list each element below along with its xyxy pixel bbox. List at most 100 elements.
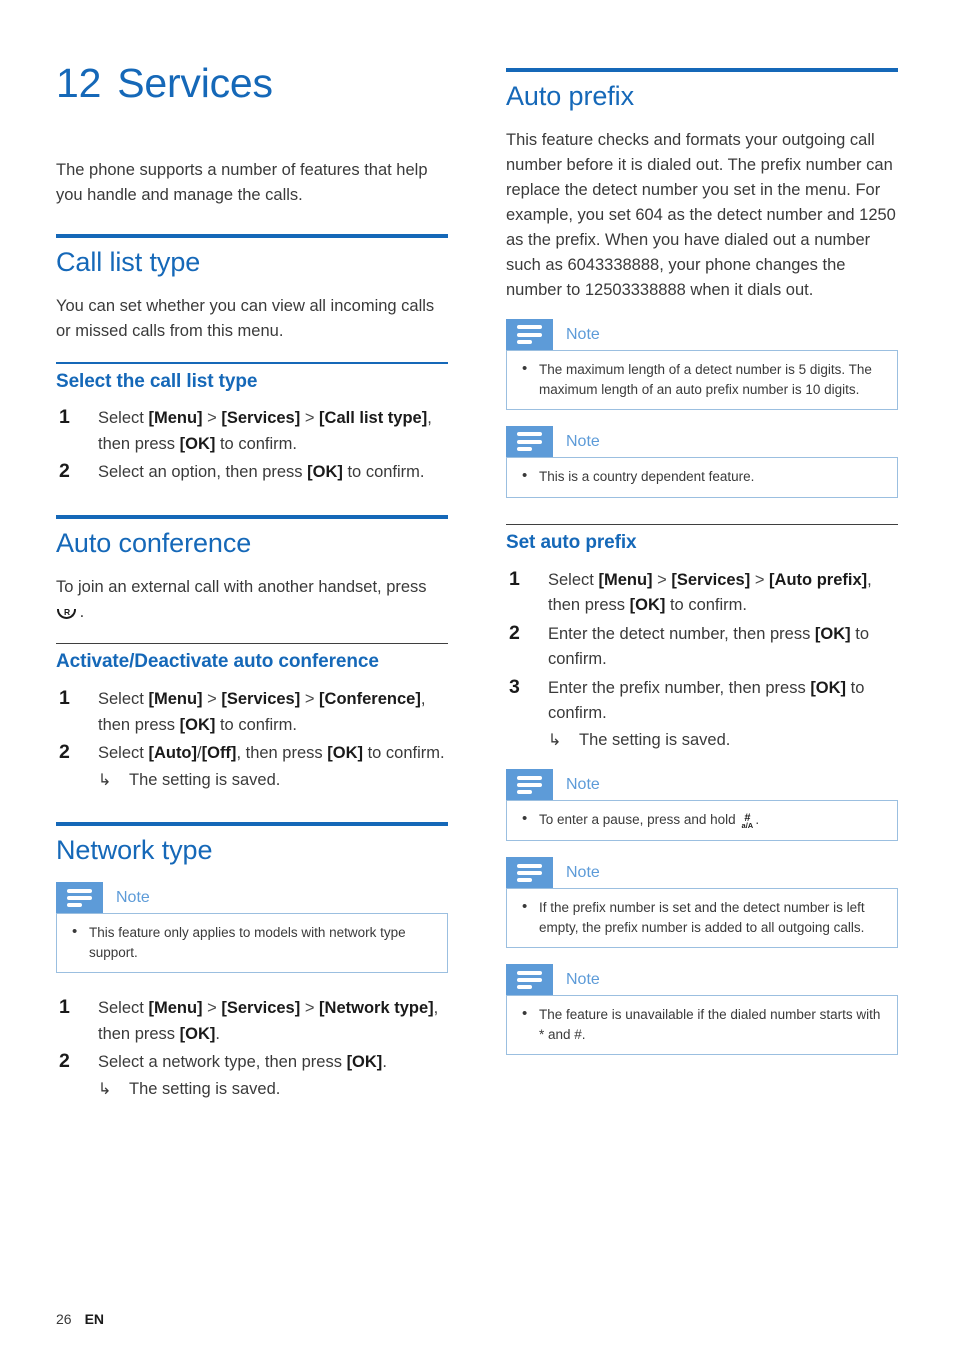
note-icon — [506, 426, 553, 458]
note-icon-bar — [67, 902, 82, 907]
bullet-icon: • — [522, 360, 528, 378]
section-network-type: Network type Note • This feature only appl… — [56, 822, 448, 1102]
note-icon-bar — [517, 446, 532, 451]
section-auto-conference: Auto conference To join an external call… — [56, 514, 448, 793]
note-icon-bar — [517, 863, 542, 868]
step-text: to confirm. — [215, 434, 297, 453]
intro-paragraph: The phone supports a number of features … — [56, 161, 428, 204]
note-list: • The feature is unavailable if the diale… — [519, 1005, 885, 1044]
step-key-token: [Auto prefix] — [769, 570, 868, 589]
subsection-heading: Select the call list type — [56, 370, 258, 392]
hash-key-icon: # a/A — [741, 812, 754, 831]
bullet-icon: • — [522, 898, 528, 916]
page-language: EN — [84, 1311, 105, 1327]
step-number: 1 — [59, 996, 70, 1019]
section-heading: Call list type — [56, 247, 201, 277]
step-item: 3 Enter the prefix number, then press [OK… — [506, 676, 898, 754]
step-text: , then press — [236, 744, 328, 763]
step-text: . — [382, 1053, 387, 1072]
step-text: Select — [98, 744, 149, 763]
note-icon-bar — [67, 888, 92, 893]
chapter-name: Services — [117, 60, 273, 106]
step-text: > — [300, 409, 320, 428]
step-key-token: [Services] — [671, 570, 751, 589]
step-text: Select a network type, then press — [98, 1053, 347, 1072]
step-text: Select — [548, 570, 599, 589]
left-column: The phone supports a number of features … — [56, 158, 448, 1105]
note-item: • If the prefix number is set and the det… — [522, 898, 865, 935]
note-icon-bar — [517, 332, 542, 337]
step-number: 1 — [59, 406, 70, 429]
note-box: Note • The maximum length of a detect numb… — [506, 319, 898, 411]
note-slot: Note • This feature only applies to models… — [56, 882, 448, 974]
bullet-icon: • — [522, 810, 528, 828]
step-list: 1 Select [Menu] > [Services] > [Network t… — [56, 996, 448, 1102]
note-header: Note — [56, 882, 448, 914]
note-icon-bar — [517, 977, 542, 982]
step-item: 2 Enter the detect number, then press [OK… — [506, 622, 898, 673]
bullet-icon: • — [522, 1005, 528, 1023]
section-rule — [56, 514, 448, 519]
arrow-icon: ↳ — [98, 1080, 112, 1098]
step-text: Select — [98, 690, 149, 709]
section-rule — [56, 822, 448, 827]
note-icon-bar — [517, 439, 542, 444]
subsection-rule — [56, 362, 448, 364]
chapter-number: 12 — [56, 60, 102, 106]
step-text: to confirm. — [665, 596, 747, 615]
note-icon-bar — [517, 782, 542, 787]
step-result: ↳ The setting is saved. — [98, 1077, 448, 1103]
step-item: 1 Select [Menu] > [Services] > [Conferenc… — [56, 687, 448, 738]
step-item: 2 Select a network type, then press [OK].… — [56, 1050, 448, 1102]
section-rule — [506, 68, 898, 72]
recall-key-icon: R — [56, 604, 76, 620]
step-item: 2 Select an option, then press [OK] to co… — [56, 460, 448, 486]
note-icon — [506, 964, 553, 996]
note-icon — [506, 769, 553, 801]
note-icon-bar — [517, 870, 542, 875]
step-key-token: [OK] — [346, 1053, 383, 1072]
note-icon-bar — [517, 325, 542, 330]
step-key-token: [Services] — [221, 999, 301, 1018]
subsection-heading: Activate/Deactivate auto conference — [56, 651, 379, 673]
step-text: Select — [98, 999, 149, 1018]
note-list: • The maximum length of a detect number i… — [519, 360, 885, 399]
note-icon — [506, 319, 553, 351]
step-text: Enter the detect number, then press — [548, 624, 815, 643]
note-group-bottom: Note • To enter a pause, press and hold # a… — [506, 769, 898, 1056]
section-heading: Network type — [56, 835, 213, 866]
step-key-token: [OK] — [179, 715, 216, 734]
section-body: To join an external call with another ha… — [56, 575, 448, 625]
step-text: Select an option, then press — [98, 463, 308, 482]
note-icon-bar — [517, 339, 532, 344]
step-key-token: [Menu] — [148, 690, 203, 709]
step-number: 1 — [59, 687, 70, 710]
note-list: • This is a country dependent feature. — [519, 467, 885, 487]
right-column: Auto prefix This feature checks and form… — [506, 68, 898, 1056]
note-icon-bar — [517, 775, 542, 780]
step-text: Enter the prefix number, then press — [548, 678, 811, 697]
note-item: • To enter a pause, press and hold # a/A. — [522, 810, 760, 831]
note-header: Note — [506, 426, 898, 458]
bullet-icon: • — [72, 923, 78, 941]
step-key-token: [Menu] — [598, 570, 653, 589]
note-body: • To enter a pause, press and hold # a/A. — [506, 800, 898, 842]
note-title: Note — [566, 970, 600, 988]
note-item: • The feature is unavailable if the diale… — [522, 1005, 881, 1042]
step-key-token: [Services] — [221, 409, 301, 428]
body-text-after: . — [75, 602, 85, 621]
step-list: 1 Select [Menu] > [Services] > [Conferenc… — [56, 687, 448, 793]
step-key-token: [Auto] — [148, 744, 198, 763]
body-text-before: To join an external call with another ha… — [56, 577, 427, 596]
step-text: > — [202, 690, 222, 709]
note-header: Note — [506, 769, 898, 801]
note-box: Note • This feature only applies to models… — [56, 882, 448, 974]
step-number: 2 — [509, 621, 520, 644]
page-title: 12 Services — [56, 60, 273, 107]
note-icon-bar — [517, 970, 542, 975]
note-icon-bar — [517, 790, 532, 795]
step-key-token: [OK] — [179, 434, 216, 453]
step-number: 2 — [59, 741, 70, 764]
section-body: You can set whether you can view all inc… — [56, 297, 435, 341]
step-item: 1 Select [Menu] > [Services] > [Call list… — [56, 406, 448, 457]
